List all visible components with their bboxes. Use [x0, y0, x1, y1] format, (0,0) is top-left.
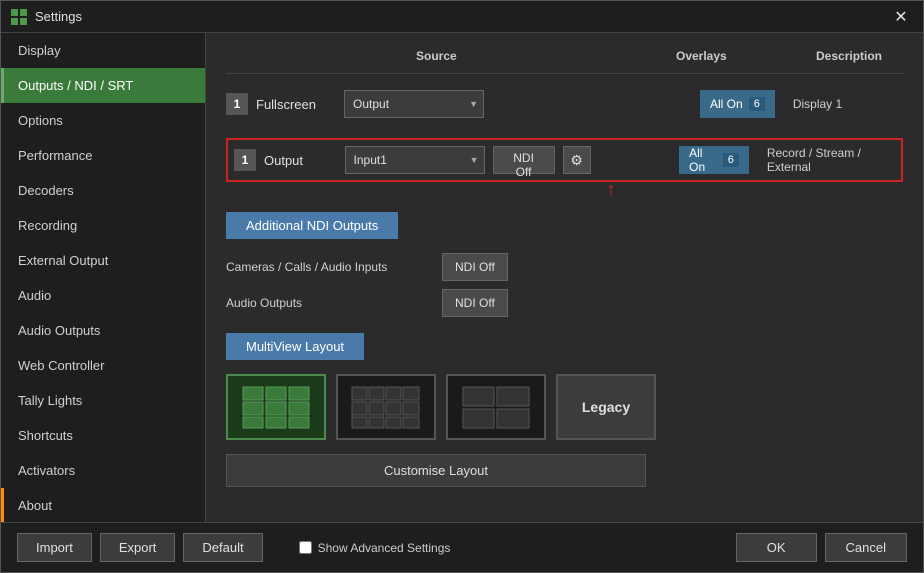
- cameras-ndi-button[interactable]: NDI Off: [442, 253, 508, 281]
- row1-overlays-count: 6: [749, 97, 765, 111]
- default-button[interactable]: Default: [183, 533, 262, 562]
- sidebar-item-audio-outputs[interactable]: Audio Outputs: [1, 313, 205, 348]
- sidebar-item-audio[interactable]: Audio: [1, 278, 205, 313]
- content-area: Source Overlays Description 1 Fullscreen…: [206, 33, 923, 522]
- customise-layout-button[interactable]: Customise Layout: [226, 454, 646, 487]
- sidebar-item-decoders[interactable]: Decoders: [1, 173, 205, 208]
- advanced-settings-checkbox[interactable]: [299, 541, 312, 554]
- ok-button[interactable]: OK: [736, 533, 817, 562]
- row2-source-select[interactable]: Input1: [345, 146, 485, 174]
- row1-source-select[interactable]: Output: [344, 90, 484, 118]
- advanced-settings-checkbox-label[interactable]: Show Advanced Settings: [299, 541, 451, 555]
- sidebar-item-recording[interactable]: Recording: [1, 208, 205, 243]
- audio-ndi-label: Audio Outputs: [226, 296, 426, 310]
- row1-num: 1: [226, 93, 248, 115]
- export-button[interactable]: Export: [100, 533, 176, 562]
- row2-label: Output: [264, 153, 337, 168]
- row2-gear-button[interactable]: ⚙: [563, 146, 591, 174]
- additional-ndi-section: Additional NDI Outputs Cameras / Calls /…: [226, 212, 903, 317]
- cameras-ndi-label: Cameras / Calls / Audio Inputs: [226, 260, 426, 274]
- column-headers: Source Overlays Description: [226, 49, 903, 74]
- sidebar-item-web-controller[interactable]: Web Controller: [1, 348, 205, 383]
- row1-label: Fullscreen: [256, 97, 336, 112]
- layout-option-2[interactable]: [336, 374, 436, 440]
- output-row-highlighted: 1 Output Input1 NDI Off ⚙ All On 6 Recor…: [226, 138, 903, 182]
- sidebar-item-outputs[interactable]: Outputs / NDI / SRT: [1, 68, 205, 103]
- sidebar-item-external-output[interactable]: External Output: [1, 243, 205, 278]
- fullscreen-row: 1 Fullscreen Output All On 6 Display 1: [226, 90, 903, 118]
- row2-num: 1: [234, 149, 256, 171]
- layout-option-1[interactable]: [226, 374, 326, 440]
- title-bar: Settings ✕: [1, 1, 923, 33]
- sidebar: Display Outputs / NDI / SRT Options Perf…: [1, 33, 206, 522]
- layout-options: Legacy: [226, 374, 903, 440]
- app-icon: [11, 9, 27, 25]
- sidebar-item-about[interactable]: About: [1, 488, 205, 522]
- row2-overlays-text: All On: [689, 146, 717, 174]
- row2-ndi-button[interactable]: NDI Off: [493, 146, 555, 174]
- sidebar-item-performance[interactable]: Performance: [1, 138, 205, 173]
- sidebar-item-shortcuts[interactable]: Shortcuts: [1, 418, 205, 453]
- audio-ndi-button[interactable]: NDI Off: [442, 289, 508, 317]
- row1-overlays-badge[interactable]: All On 6: [700, 90, 775, 118]
- footer: Import Export Default Show Advanced Sett…: [1, 522, 923, 572]
- row2-description: Record / Stream / External: [767, 146, 895, 174]
- sidebar-item-display[interactable]: Display: [1, 33, 205, 68]
- description-header: Description: [816, 49, 882, 63]
- window-title: Settings: [35, 9, 82, 24]
- additional-ndi-button[interactable]: Additional NDI Outputs: [226, 212, 398, 239]
- layout-option-3[interactable]: [446, 374, 546, 440]
- sidebar-item-tally-lights[interactable]: Tally Lights: [1, 383, 205, 418]
- sidebar-item-options[interactable]: Options: [1, 103, 205, 138]
- legacy-label: Legacy: [582, 399, 630, 415]
- row1-description: Display 1: [793, 97, 842, 111]
- source-header: Source: [416, 49, 576, 63]
- advanced-settings-label: Show Advanced Settings: [318, 541, 451, 555]
- layout-option-legacy[interactable]: Legacy: [556, 374, 656, 440]
- row1-overlays-text: All On: [710, 97, 743, 111]
- row2-overlays-count: 6: [723, 153, 739, 167]
- close-button[interactable]: ✕: [889, 5, 913, 29]
- overlays-header: Overlays: [676, 49, 796, 63]
- arrow-indicator: ↑: [606, 179, 616, 202]
- row2-overlays-badge[interactable]: All On 6: [679, 146, 749, 174]
- sidebar-item-activators[interactable]: Activators: [1, 453, 205, 488]
- audio-ndi-row: Audio Outputs NDI Off: [226, 289, 903, 317]
- multiview-section: MultiView Layout: [226, 333, 903, 487]
- cancel-button[interactable]: Cancel: [825, 533, 907, 562]
- import-button[interactable]: Import: [17, 533, 92, 562]
- cameras-ndi-row: Cameras / Calls / Audio Inputs NDI Off: [226, 253, 903, 281]
- multiview-button[interactable]: MultiView Layout: [226, 333, 364, 360]
